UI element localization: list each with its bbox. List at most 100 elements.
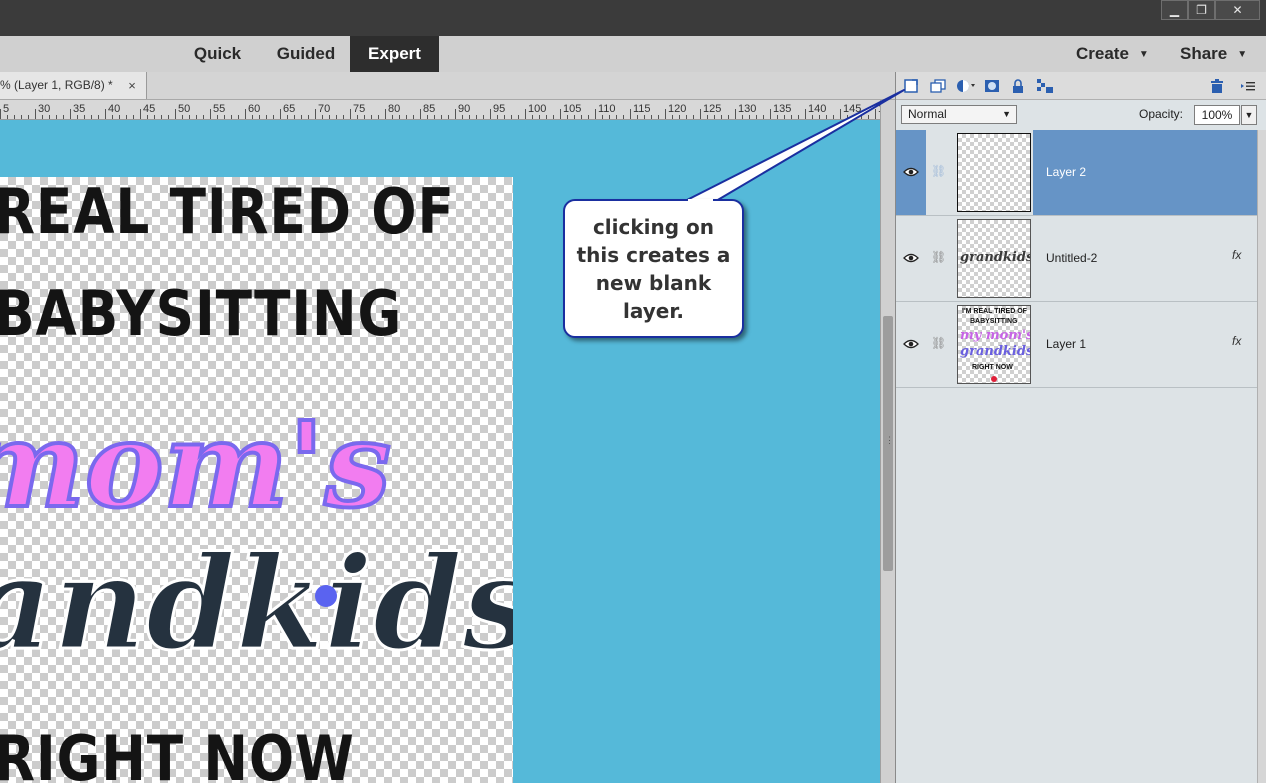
panel-menu-icon[interactable] (1239, 77, 1257, 95)
new-layer-icon[interactable] (902, 77, 920, 95)
ruler-minor-tick (567, 115, 568, 119)
eye-icon[interactable] (903, 338, 919, 350)
ruler-minor-tick (266, 115, 267, 119)
thumbnail-text: RIGHT NOW (972, 364, 1013, 371)
layer-name-area: Layer 1 fx (1033, 302, 1257, 387)
chevron-down-icon: ▼ (1002, 109, 1011, 119)
ruler-minor-tick (742, 115, 743, 119)
mode-quick[interactable]: Quick (180, 36, 255, 72)
ruler-major-tick (0, 109, 1, 119)
ruler-minor-tick (819, 115, 820, 119)
artwork-dot (315, 585, 337, 607)
ruler-minor-tick (728, 115, 729, 119)
layers-panel: Normal ▼ Opacity: 100% ▼ ⛓ Layer 2 ⛓ gra… (895, 72, 1266, 783)
close-window-button[interactable]: ✕ (1215, 0, 1260, 20)
panel-splitter-grip-icon[interactable]: ⋮ (885, 435, 894, 445)
ruler-minor-tick (833, 115, 834, 119)
ruler-label: 30 (38, 103, 51, 115)
adjustment-layer-icon[interactable] (955, 77, 979, 95)
layers-panel-scrollbar[interactable] (1257, 130, 1266, 783)
visibility-column (896, 216, 926, 301)
link-icon[interactable]: ⛓ (931, 336, 946, 352)
ruler-minor-tick (798, 115, 799, 119)
ruler-minor-tick (651, 115, 652, 119)
ruler-minor-tick (91, 115, 92, 119)
restore-button[interactable]: ❐ (1188, 0, 1215, 20)
thumbnail-heart (991, 376, 997, 382)
ruler-minor-tick (294, 115, 295, 119)
document-canvas[interactable]: REAL TIRED OF BABYSITTING mom's andkids … (0, 177, 513, 783)
ruler-major-tick (105, 109, 106, 119)
layer-mask-icon[interactable] (983, 77, 1001, 95)
ruler-label: 85 (423, 103, 436, 115)
ruler-minor-tick (14, 115, 15, 119)
ruler-minor-tick (182, 115, 183, 119)
mode-guided[interactable]: Guided (265, 36, 347, 72)
ruler-minor-tick (672, 115, 673, 119)
link-icon[interactable]: ⛓ (931, 164, 946, 180)
ruler-minor-tick (224, 115, 225, 119)
horizontal-ruler: 5 30 35 40 45 50 55 60 65 70 75 80 85 90 95 100 105 110 11… (0, 100, 880, 120)
ruler-label: 145 (843, 103, 862, 115)
ruler-minor-tick (77, 115, 78, 119)
ruler-label: 115 (633, 103, 651, 115)
annotation-callout: clicking on this creates a new blank lay… (563, 199, 744, 338)
ruler-minor-tick (168, 115, 169, 119)
ruler-minor-tick (483, 115, 484, 119)
ruler-minor-tick (861, 115, 862, 119)
ruler-minor-tick (147, 115, 148, 119)
ruler-major-tick (525, 109, 526, 119)
artwork-line-3: mom's (0, 393, 393, 536)
thumbnail-text: my mom's (960, 328, 1031, 343)
ruler-label: 100 (528, 103, 547, 115)
ruler-minor-tick (574, 115, 575, 119)
lock-all-icon[interactable] (1009, 77, 1027, 95)
ruler-major-tick (630, 109, 631, 119)
layer-row-layer-1[interactable]: ⛓ I'M REAL TIRED OF BABYSITTING my mom's… (896, 302, 1257, 388)
ruler-label: 135 (773, 103, 792, 115)
ruler-minor-tick (406, 115, 407, 119)
trash-icon[interactable] (1208, 77, 1226, 95)
ruler-minor-tick (448, 115, 449, 119)
ruler-minor-tick (546, 115, 547, 119)
ruler-major-tick (770, 109, 771, 119)
ruler-minor-tick (63, 115, 64, 119)
artwork-line-1: REAL TIRED OF (0, 177, 455, 248)
share-label: Share (1180, 44, 1228, 63)
ruler-minor-tick (721, 115, 722, 119)
ruler-major-tick (560, 109, 561, 119)
blend-mode-select[interactable]: Normal ▼ (901, 105, 1017, 124)
ruler-label: 60 (248, 103, 261, 115)
eye-icon[interactable] (903, 166, 919, 178)
opacity-dropdown-icon[interactable]: ▼ (1241, 105, 1257, 125)
ruler-minor-tick (98, 115, 99, 119)
close-tab-icon[interactable]: × (125, 72, 139, 99)
ruler-major-tick (210, 109, 211, 119)
layer-thumbnail (957, 133, 1031, 212)
ruler-major-tick (70, 109, 71, 119)
layer-row-untitled-2[interactable]: ⛓ grandkids Untitled-2 fx (896, 216, 1257, 302)
ruler-minor-tick (203, 115, 204, 119)
share-menu-button[interactable]: Share ▼ (1180, 36, 1247, 72)
ruler-minor-tick (581, 115, 582, 119)
create-menu-button[interactable]: Create ▼ (1076, 36, 1149, 72)
ruler-label: 65 (283, 103, 296, 115)
ruler-minor-tick (196, 115, 197, 119)
canvas-area[interactable]: REAL TIRED OF BABYSITTING mom's andkids … (0, 120, 880, 783)
new-group-icon[interactable] (929, 77, 947, 95)
lock-transparency-icon[interactable] (1036, 77, 1054, 95)
opacity-input[interactable]: 100% (1194, 105, 1240, 125)
layer-name: Layer 2 (1046, 165, 1087, 179)
restore-icon: ❐ (1196, 3, 1207, 17)
ruler-minor-tick (21, 115, 22, 119)
layer-row-layer-2[interactable]: ⛓ Layer 2 (896, 130, 1257, 216)
ruler-minor-tick (504, 115, 505, 119)
ruler-minor-tick (511, 115, 512, 119)
mode-expert[interactable]: Expert (350, 36, 439, 72)
minimize-button[interactable]: ▁ (1161, 0, 1188, 20)
ruler-minor-tick (217, 115, 218, 119)
eye-icon[interactable] (903, 252, 919, 264)
link-icon[interactable]: ⛓ (931, 250, 946, 266)
ruler-minor-tick (28, 115, 29, 119)
close-icon: ✕ (1232, 3, 1243, 17)
